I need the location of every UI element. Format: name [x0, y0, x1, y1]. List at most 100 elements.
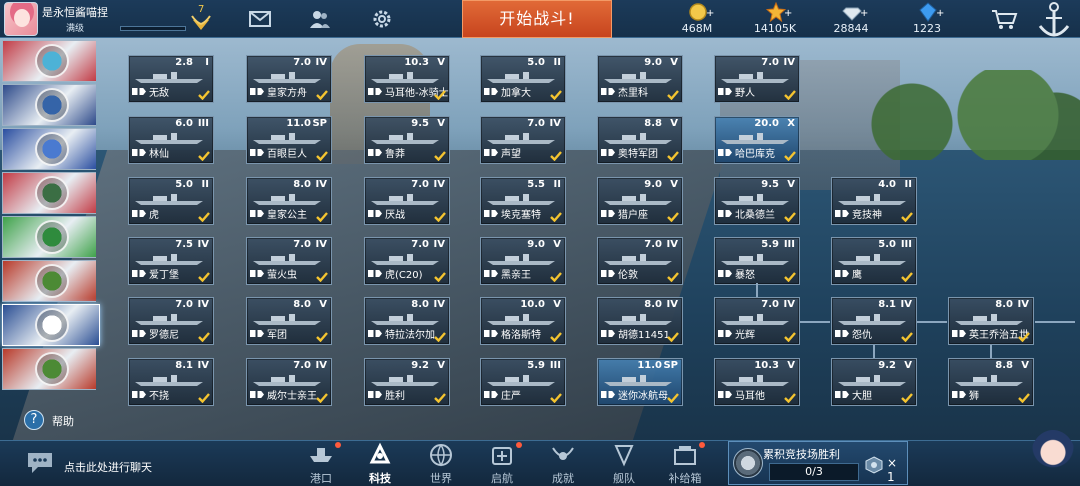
nav-tech[interactable]: 科技: [352, 440, 408, 486]
ship-card[interactable]: 7.0 IV 声望: [480, 116, 566, 164]
nav-port[interactable]: 港口: [293, 440, 349, 486]
ship-class-icon: [484, 270, 498, 277]
ship-card[interactable]: 8.1 IV 不挠: [128, 358, 214, 406]
ship-card[interactable]: 9.0 V 猎户座: [597, 177, 683, 225]
advisor-avatar[interactable]: [1030, 430, 1076, 486]
ship-silhouette-icon: [135, 375, 203, 386]
ship-card[interactable]: 6.0 III 林仙: [128, 116, 214, 164]
ship-card[interactable]: 7.0 IV 威尔士亲王: [246, 358, 332, 406]
researched-check-icon: [667, 90, 679, 100]
ship-card[interactable]: 10.3 V 马耳他-冰骑士: [364, 55, 450, 103]
ship-class-icon: [250, 391, 264, 398]
ship-card[interactable]: 4.0 II 竞技神: [831, 177, 917, 225]
ship-card[interactable]: 20.0 X 哈巴库克: [714, 116, 800, 164]
ship-card[interactable]: 9.0 V 杰里科: [597, 55, 683, 103]
researched-check-icon: [784, 272, 796, 282]
ship-card[interactable]: 7.5 IV 爱丁堡: [128, 237, 214, 285]
ship-card[interactable]: 2.8 I 无敌: [128, 55, 214, 103]
ship-level: 11.0: [637, 360, 662, 371]
ship-name: 庄严: [501, 391, 521, 402]
ship-card[interactable]: 5.9 III 庄严: [480, 358, 566, 406]
ship-card[interactable]: 10.3 V 马耳他: [714, 358, 800, 406]
ship-card[interactable]: 7.0 IV 罗德尼: [128, 297, 214, 345]
ship-tier: SP: [312, 118, 327, 129]
ship-level: 4.0: [878, 179, 896, 190]
ship-card[interactable]: 10.0 V 格洛斯特: [480, 297, 566, 345]
ship-tier: IV: [315, 239, 327, 250]
ship-card[interactable]: 7.0 IV 皇家方舟: [246, 55, 332, 103]
ship-card[interactable]: 8.0 IV 胡德11451: [597, 297, 683, 345]
ship-card[interactable]: 7.0 IV 伦敦: [597, 237, 683, 285]
ship-card[interactable]: 9.2 V 胜利: [364, 358, 450, 406]
researched-check-icon: [667, 212, 679, 222]
ship-tier: IV: [315, 57, 327, 68]
ship-level: 7.0: [411, 239, 429, 250]
ship-card[interactable]: 11.0 SP 迷你冰航母: [597, 358, 683, 406]
ship-name-row: 萤火虫: [250, 266, 297, 281]
ship-card[interactable]: 8.1 IV 怨仇: [831, 297, 917, 345]
ship-card[interactable]: 8.8 V 狮: [948, 358, 1034, 406]
tech-tree-connector: [873, 345, 875, 358]
ship-card[interactable]: 5.0 III 鹰: [831, 237, 917, 285]
ship-card[interactable]: 8.8 V 奥特军团: [597, 116, 683, 164]
ship-name: 伦敦: [618, 270, 638, 281]
ship-card[interactable]: 9.2 V 大胆: [831, 358, 917, 406]
nav-label: 补给箱: [668, 472, 702, 485]
ship-silhouette-icon: [604, 254, 672, 265]
ship-name-row: 胜利: [368, 387, 405, 402]
ship-class-icon: [368, 330, 382, 337]
ship-card[interactable]: 5.0 II 加拿大: [480, 55, 566, 103]
ship-card[interactable]: 8.0 V 军团: [246, 297, 332, 345]
ship-level: 7.5: [175, 239, 193, 250]
nav-launch[interactable]: 启航: [474, 440, 530, 486]
nav-world[interactable]: 世界: [413, 440, 469, 486]
ship-tier: IV: [666, 299, 678, 310]
ship-level: 7.0: [527, 118, 545, 129]
chat-input[interactable]: 点击此处进行聊天: [64, 459, 152, 475]
ship-card[interactable]: 8.0 IV 特拉法尔加: [364, 297, 450, 345]
ship-level: 8.0: [995, 299, 1013, 310]
ship-card[interactable]: 7.0 IV 光辉: [714, 297, 800, 345]
ship-name: 大胆: [852, 391, 872, 402]
ship-card[interactable]: 8.0 IV 英王乔治五世: [948, 297, 1034, 345]
ship-silhouette-icon: [604, 72, 672, 83]
ship-name-row: 林仙: [132, 145, 169, 160]
chat-bubble-icon[interactable]: [26, 451, 54, 475]
ship-name: 萤火虫: [267, 270, 297, 281]
tech-tree-connector: [800, 321, 830, 323]
ship-tier: X: [787, 118, 795, 129]
ship-level: 6.0: [175, 118, 193, 129]
ship-name-row: 杰里科: [601, 84, 648, 99]
ship-card[interactable]: 7.0 IV 萤火虫: [246, 237, 332, 285]
nav-achievement[interactable]: 成就: [535, 440, 591, 486]
researched-check-icon: [550, 332, 562, 342]
ship-card[interactable]: 9.0 V 黑亲王: [480, 237, 566, 285]
ship-name-row: 皇家方舟: [250, 84, 307, 99]
ship-silhouette-icon: [838, 254, 906, 265]
ship-card[interactable]: 9.5 V 北桑德兰: [714, 177, 800, 225]
ship-class-icon: [368, 149, 382, 156]
ship-card[interactable]: 7.0 IV 虎(C20): [364, 237, 450, 285]
ship-card[interactable]: 7.0 IV 厌战: [364, 177, 450, 225]
nav-supply-box[interactable]: 补给箱: [657, 440, 713, 486]
ship-card[interactable]: 11.0 SP 百眼巨人: [246, 116, 332, 164]
ship-class-icon: [132, 149, 146, 156]
ship-level: 8.0: [411, 299, 429, 310]
ship-name: 皇家公主: [267, 210, 307, 221]
ship-card[interactable]: 9.5 V 鲁莽: [364, 116, 450, 164]
ship-silhouette-icon: [604, 375, 672, 386]
arena-wins-panel[interactable]: 累积竞技场胜利 0/3 × 1: [728, 441, 908, 485]
ship-card[interactable]: 7.0 IV 野人: [714, 55, 800, 103]
ship-name: 林仙: [149, 149, 169, 160]
ship-tier: V: [437, 360, 445, 371]
ship-class-icon: [250, 88, 264, 95]
ship-card[interactable]: 5.5 II 埃克塞特: [480, 177, 566, 225]
researched-check-icon: [901, 212, 913, 222]
ship-card[interactable]: 5.9 III 暴怒: [714, 237, 800, 285]
ship-name-row: 虎: [132, 206, 159, 221]
ship-card[interactable]: 5.0 II 虎: [128, 177, 214, 225]
ship-card[interactable]: 8.0 IV 皇家公主: [246, 177, 332, 225]
ship-name: 特拉法尔加: [385, 330, 435, 341]
ship-level: 7.0: [175, 299, 193, 310]
nav-fleet[interactable]: 舰队: [596, 440, 652, 486]
